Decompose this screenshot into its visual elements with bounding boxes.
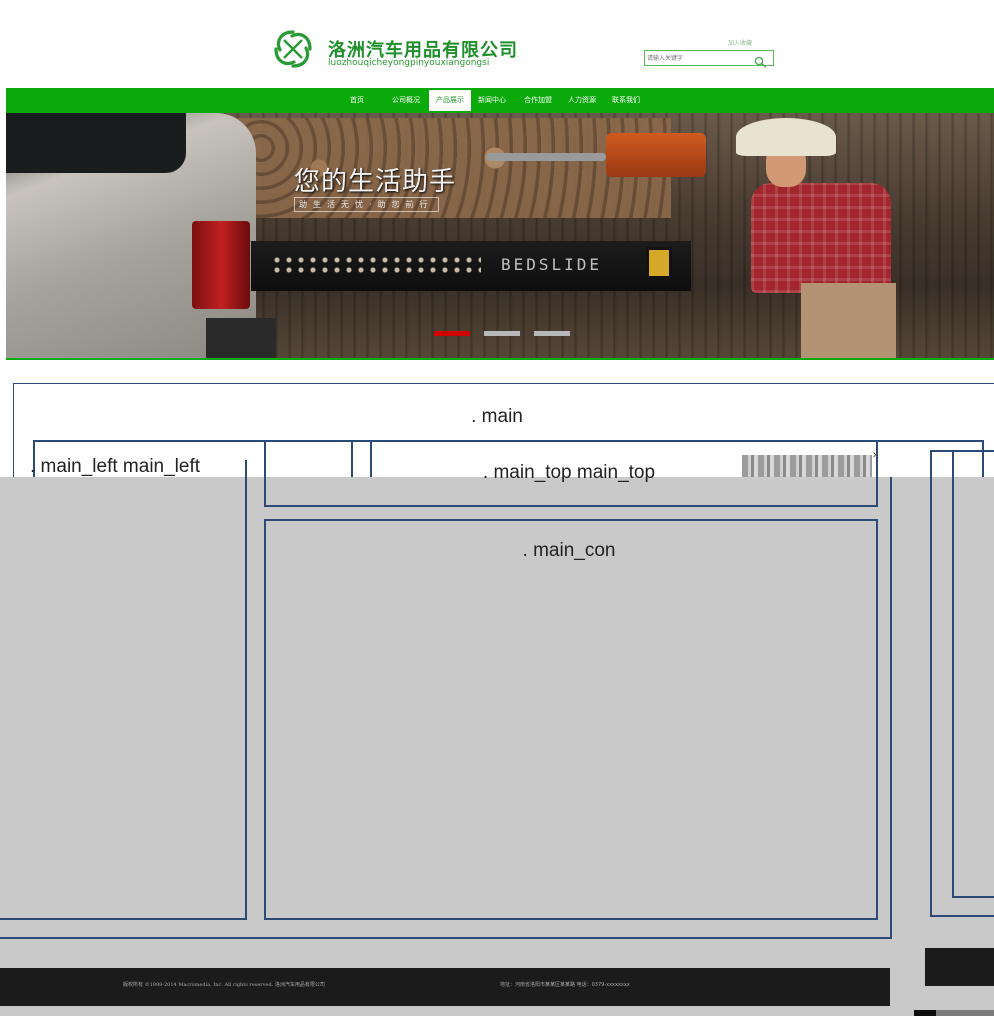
close-icon[interactable]: ✕	[872, 451, 880, 461]
truck-taillight	[192, 221, 250, 309]
side-footer-block	[925, 948, 994, 986]
slider-dot-1[interactable]	[434, 331, 470, 336]
nav-item-about[interactable]: 公司概况	[386, 92, 426, 109]
search-input[interactable]	[647, 52, 747, 64]
site-header: 洛洲汽车用品有限公司 luozhouqicheyongpinyouxiangon…	[0, 0, 994, 88]
search-icon[interactable]	[754, 53, 768, 68]
footer-copyright: 版权所有 ©1998-2014 Macromedia, Inc. All rig…	[123, 982, 325, 988]
nav-item-hr[interactable]: 人力资源	[562, 92, 602, 109]
brand-subtitle: luozhouqicheyongpinyouxiangongsi	[328, 58, 490, 68]
corner-block-gray	[936, 1010, 994, 1016]
slider-dot-3[interactable]	[534, 331, 570, 336]
nav-item-home[interactable]: 首页	[341, 92, 373, 109]
nav-item-products[interactable]: 产品展示	[429, 90, 471, 111]
search-box	[644, 50, 774, 68]
bedslide-product: BEDSLIDE	[251, 241, 691, 291]
nav-item-contact[interactable]: 联系我们	[606, 92, 646, 109]
banner-subline: 助生活无忧·助您前行	[294, 197, 439, 212]
thumbnail-strip[interactable]	[742, 455, 872, 477]
add-favorite-link[interactable]: 加入收藏	[728, 38, 752, 47]
man-pants	[801, 283, 896, 360]
cowboy-hat	[736, 118, 836, 156]
hero-banner[interactable]: BEDSLIDE 您的生活助手 助生活无忧·助您前行	[6, 113, 994, 360]
banner-headline: 您的生活助手	[294, 167, 457, 197]
main-label: . main	[471, 406, 523, 427]
man-shirt	[751, 183, 891, 293]
main-nav: 首页 公司概况 产品展示 新闻中心 合作加盟 人力资源 联系我们	[6, 88, 994, 113]
truck-window	[6, 113, 186, 173]
footer-address: 地址：河南省洛阳市某某区某某路 电话：0379-xxxxxxxx	[500, 982, 630, 988]
bedslide-pattern	[271, 255, 481, 275]
nav-item-news[interactable]: 新闻中心	[472, 92, 512, 109]
main-con-label: . main_con	[522, 540, 616, 561]
site-footer: 版权所有 ©1998-2014 Macromedia, Inc. All rig…	[0, 968, 890, 1006]
pinwheel-logo-icon[interactable]	[270, 26, 316, 72]
nav-item-partnership[interactable]: 合作加盟	[518, 92, 558, 109]
chainsaw-bar	[486, 153, 606, 161]
side-outline-inner	[952, 450, 994, 898]
corner-block-dark	[914, 1010, 936, 1016]
main-con-outline	[264, 519, 878, 920]
slider-dot-2[interactable]	[484, 331, 520, 336]
bedslide-handle	[646, 247, 672, 279]
truck-bumper	[206, 318, 276, 360]
banner-divider	[6, 358, 994, 360]
bedslide-logo-text: BEDSLIDE	[501, 255, 603, 274]
chainsaw-body	[606, 133, 706, 177]
